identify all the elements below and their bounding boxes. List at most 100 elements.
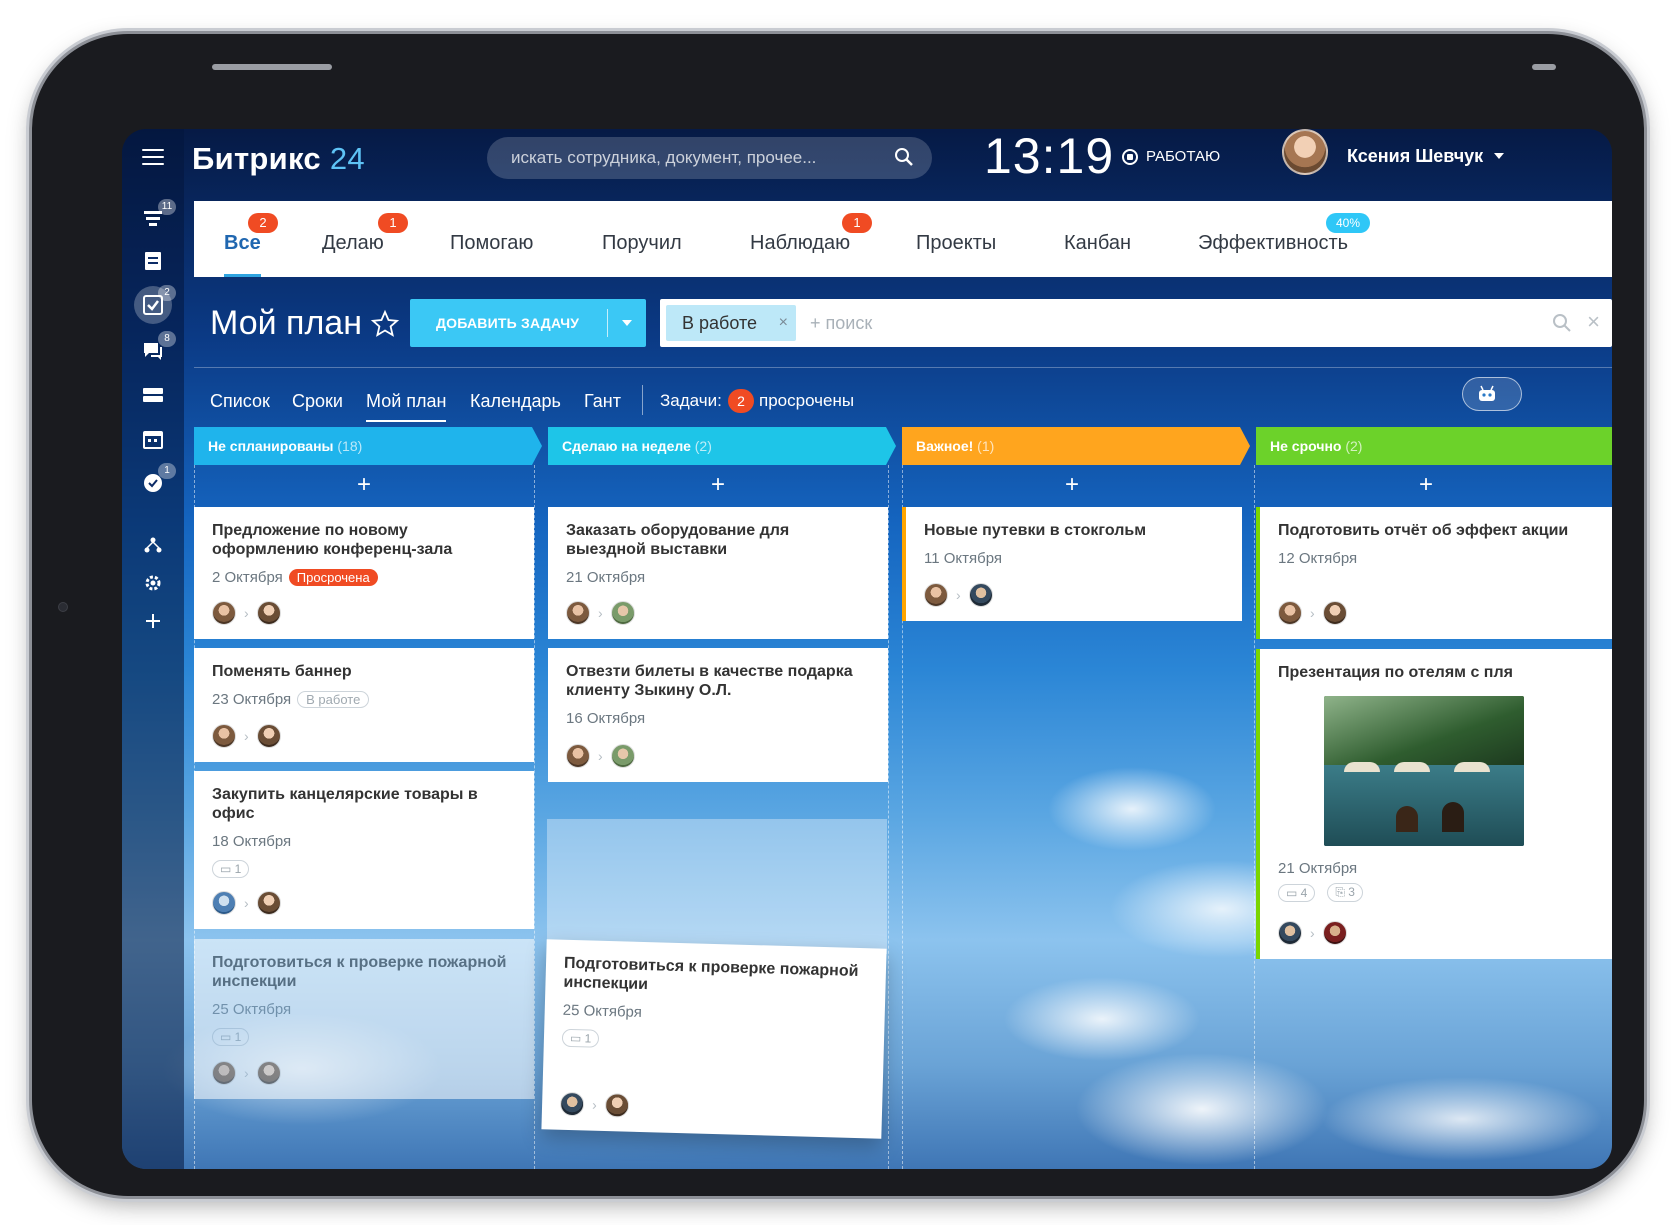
- column-header[interactable]: Не срочно (2): [1256, 427, 1612, 465]
- tab-projects[interactable]: Проекты: [916, 201, 996, 277]
- avatar[interactable]: [610, 601, 635, 625]
- filter-search-placeholder: + поиск: [810, 313, 873, 333]
- card-date: 2 Октября: [212, 569, 283, 586]
- avatar[interactable]: [1322, 921, 1347, 945]
- star-icon[interactable]: [370, 309, 400, 339]
- task-card[interactable]: Новые путевки в стокгольм 11 Октября ›: [902, 507, 1242, 621]
- card-date: 16 Октября: [566, 710, 646, 727]
- column-header[interactable]: Важное! (1): [902, 427, 1250, 465]
- sidebar-item-tasks[interactable]: 2: [122, 285, 184, 325]
- avatar[interactable]: [1278, 601, 1302, 625]
- view-calendar[interactable]: Календарь: [470, 391, 561, 412]
- structure-icon: [144, 537, 162, 553]
- sidebar-item-calendar[interactable]: [122, 419, 184, 459]
- card-title: Предложение по новому оформлению конфере…: [212, 522, 453, 558]
- overdue-link[interactable]: просрочены: [759, 391, 854, 411]
- sidebar-item-structure[interactable]: [122, 525, 184, 565]
- avatar[interactable]: [256, 601, 281, 625]
- clock: 13:19: [984, 129, 1115, 184]
- view-my-plan[interactable]: Мой план: [366, 391, 447, 422]
- view-deadlines[interactable]: Сроки: [292, 391, 343, 412]
- sidebar-item-chat[interactable]: 8: [122, 331, 184, 371]
- card-title: Отвезти билеты в качестве подарка клиент…: [566, 663, 853, 699]
- filter-chip[interactable]: В работе ×: [666, 305, 796, 341]
- avatar[interactable]: [212, 891, 236, 915]
- card-title: Подготовиться к проверке пожарной инспек…: [212, 954, 507, 990]
- task-card[interactable]: Подготовить отчёт об эффект акции 12 Окт…: [1256, 507, 1612, 639]
- add-card-button[interactable]: +: [902, 467, 1242, 503]
- files-counter: ⎘ 3: [1327, 883, 1363, 902]
- user-name[interactable]: Ксения Шевчук: [1347, 146, 1483, 167]
- avatar[interactable]: [1322, 601, 1347, 625]
- sidebar-item-notifications[interactable]: 1: [122, 463, 184, 503]
- tab-efficiency[interactable]: Эффективность 40%: [1198, 201, 1370, 277]
- task-card[interactable]: Заказать оборудование для выездной выста…: [548, 507, 888, 639]
- card-date: 21 Октября: [566, 569, 646, 586]
- view-list[interactable]: Список: [210, 391, 270, 412]
- tab-watching[interactable]: Наблюдаю 1: [750, 201, 872, 277]
- avatar[interactable]: [559, 1091, 585, 1117]
- avatar[interactable]: [212, 601, 236, 625]
- sidebar-item-settings[interactable]: [122, 563, 184, 603]
- task-card[interactable]: Подготовиться к проверке пожарной инспек…: [194, 939, 534, 1099]
- brand-logo[interactable]: Битрикс 24: [192, 141, 365, 177]
- tab-helping[interactable]: Помогаю: [450, 201, 533, 277]
- avatar[interactable]: [1282, 129, 1328, 175]
- task-card[interactable]: Презентация по отелям с пля 21 Октября ▭…: [1256, 649, 1612, 959]
- avatar[interactable]: [566, 601, 590, 625]
- task-card[interactable]: Отвезти билеты в качестве подарка клиент…: [548, 648, 888, 782]
- add-card-button[interactable]: +: [194, 467, 534, 503]
- chevron-right-icon: ›: [244, 895, 249, 911]
- volume-button: [212, 64, 332, 70]
- tab-all[interactable]: Все 2: [224, 201, 278, 277]
- avatar[interactable]: [968, 583, 993, 607]
- work-status[interactable]: РАБОТАЮ: [1122, 148, 1220, 165]
- avatar[interactable]: [604, 1092, 630, 1118]
- view-gantt[interactable]: Гант: [584, 391, 621, 412]
- add-card-button[interactable]: +: [1256, 467, 1596, 503]
- sidebar-item-feed[interactable]: 11: [122, 199, 184, 239]
- avatar[interactable]: [212, 1061, 236, 1085]
- remove-filter-icon[interactable]: ×: [779, 305, 788, 341]
- chevron-right-icon: ›: [1310, 605, 1315, 621]
- avatar[interactable]: [256, 724, 281, 748]
- avatar[interactable]: [256, 1061, 281, 1085]
- avatar[interactable]: [1278, 921, 1302, 945]
- sidebar-item-add[interactable]: [122, 601, 184, 641]
- card-image[interactable]: [1324, 696, 1524, 846]
- chevron-down-icon[interactable]: [1494, 153, 1504, 159]
- task-card[interactable]: Закупить канцелярские товары в офис 18 О…: [194, 771, 534, 929]
- chevron-down-icon[interactable]: [622, 320, 632, 326]
- column-header[interactable]: Сделаю на неделе (2): [548, 427, 896, 465]
- tab-badge: 2: [248, 213, 278, 233]
- dragged-task-card[interactable]: Подготовиться к проверке пожарной инспек…: [541, 939, 887, 1139]
- robots-button[interactable]: [1462, 377, 1522, 411]
- avatar[interactable]: [566, 744, 590, 768]
- search-icon[interactable]: [1552, 313, 1572, 333]
- search-icon[interactable]: [894, 147, 914, 167]
- global-search-input[interactable]: искать сотрудника, документ, прочее...: [487, 137, 932, 179]
- add-task-button[interactable]: ДОБАВИТЬ ЗАДАЧУ: [410, 299, 646, 347]
- close-icon[interactable]: ×: [1587, 309, 1600, 335]
- overdue-badge[interactable]: 2: [728, 389, 754, 413]
- sidebar-item-drive[interactable]: [122, 375, 184, 415]
- avatar[interactable]: [610, 744, 635, 768]
- tab-kanban[interactable]: Канбан: [1064, 201, 1131, 277]
- menu-icon[interactable]: [142, 149, 164, 167]
- tab-doing[interactable]: Делаю 1: [322, 201, 408, 277]
- tab-assigned[interactable]: Поручил: [602, 201, 682, 277]
- tasks-tabs: Все 2 Делаю 1 Помогаю Поручил Наблюдаю 1…: [194, 201, 1612, 277]
- filter-search-input[interactable]: В работе × + поиск ×: [660, 299, 1612, 347]
- sidebar-badge: 11: [158, 199, 176, 215]
- task-card[interactable]: Поменять баннер 23 Октября В работе ›: [194, 648, 534, 762]
- avatar[interactable]: [256, 891, 281, 915]
- avatar[interactable]: [212, 724, 236, 748]
- page-title: Мой план: [210, 304, 362, 342]
- power-button: [1532, 64, 1556, 70]
- comments-counter: ▭ 1: [561, 1028, 600, 1048]
- column-header[interactable]: Не спланированы (18): [194, 427, 542, 465]
- add-card-button[interactable]: +: [548, 467, 888, 503]
- avatar[interactable]: [924, 583, 948, 607]
- sidebar-item-docs[interactable]: [122, 241, 184, 281]
- task-card[interactable]: Предложение по новому оформлению конфере…: [194, 507, 534, 639]
